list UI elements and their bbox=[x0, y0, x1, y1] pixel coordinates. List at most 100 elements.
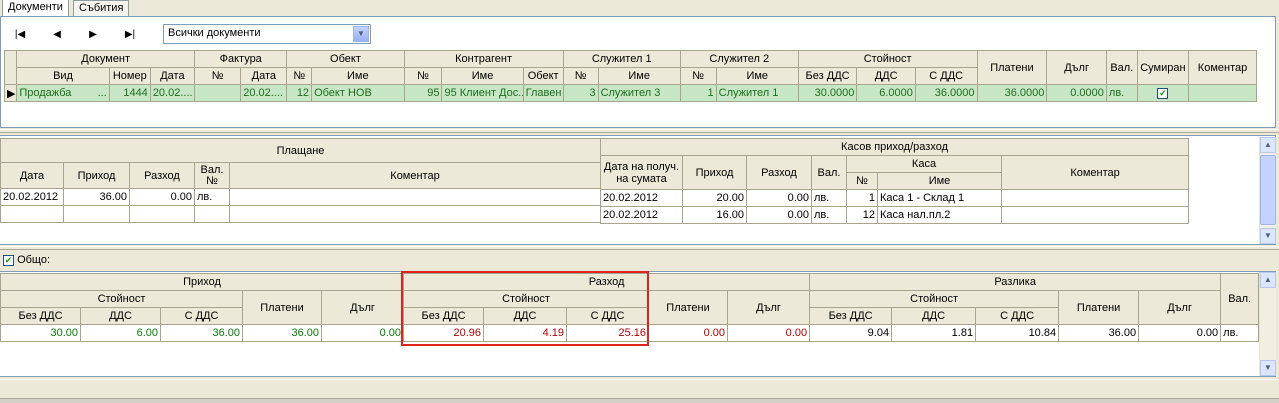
col-type[interactable]: Вид bbox=[16, 67, 110, 85]
cell-cash-expense[interactable]: 0.00 bbox=[746, 206, 812, 224]
col-date[interactable]: Дата bbox=[149, 67, 196, 85]
col-in-vat[interactable]: ДДС bbox=[80, 307, 161, 325]
col-pay-comment[interactable]: Коментар bbox=[229, 162, 601, 189]
col-emp2-name[interactable]: Име bbox=[715, 67, 799, 85]
cell-summed[interactable]: ✔ bbox=[1136, 84, 1190, 102]
tab-documents[interactable]: Документи bbox=[2, 0, 69, 17]
col-ex-debt[interactable]: Дълг bbox=[727, 290, 811, 325]
cell-cash-expense[interactable]: 0.00 bbox=[746, 189, 812, 207]
cell-with-vat[interactable]: 36.0000 bbox=[914, 84, 978, 102]
next-record-icon[interactable]: ▶ bbox=[83, 27, 103, 43]
col-pay-expense[interactable]: Разход bbox=[129, 162, 195, 189]
col-df-paid[interactable]: Платени bbox=[1058, 290, 1140, 325]
cell-df-debt[interactable]: 0.00 bbox=[1138, 324, 1222, 342]
cell-in-debt[interactable]: 0.00 bbox=[320, 324, 405, 342]
col-cash-income[interactable]: Приход bbox=[682, 155, 747, 190]
table-row[interactable]: 20.02.2012 36.00 0.00 лв. bbox=[0, 188, 601, 206]
cell-cash-comment[interactable] bbox=[1000, 189, 1190, 207]
cell-invoice-no[interactable] bbox=[193, 84, 242, 102]
cell-cash-date[interactable]: 20.02.2012 bbox=[600, 206, 683, 224]
cell-in-no-vat[interactable]: 30.00 bbox=[0, 324, 81, 342]
col-cashbox-name[interactable]: Име bbox=[877, 172, 1002, 190]
table-row[interactable]: 20.02.2012 20.00 0.00 лв. 1 Каса 1 - Скл… bbox=[600, 189, 1190, 207]
last-record-icon[interactable]: ▶| bbox=[120, 27, 140, 43]
cell-debt[interactable]: 0.0000 bbox=[1046, 84, 1107, 102]
col-invoice-date[interactable]: Дата bbox=[240, 67, 288, 85]
scroll-up-icon[interactable]: ▲ bbox=[1260, 272, 1276, 288]
cell-object-no[interactable]: 12 bbox=[286, 84, 313, 102]
cell-paid[interactable]: 36.0000 bbox=[976, 84, 1048, 102]
summed-checkbox[interactable]: ✔ bbox=[1157, 87, 1169, 99]
col-no-vat[interactable]: Без ДДС bbox=[797, 67, 858, 85]
col-in-paid[interactable]: Платени bbox=[242, 290, 322, 325]
col-object-name[interactable]: Име bbox=[311, 67, 405, 85]
col-vat[interactable]: ДДС bbox=[856, 67, 916, 85]
cell-df-vat[interactable]: 1.81 bbox=[891, 324, 977, 342]
col-cash-recv-date[interactable]: Дата на получ. на сумата bbox=[600, 155, 683, 190]
scroll-up-icon[interactable]: ▲ bbox=[1260, 137, 1276, 153]
cell-in-paid[interactable]: 36.00 bbox=[242, 324, 322, 342]
col-in-debt[interactable]: Дълг bbox=[320, 290, 405, 325]
col-df-vat[interactable]: ДДС bbox=[891, 307, 977, 325]
col-pay-currency[interactable]: Вал. № bbox=[194, 162, 230, 189]
document-filter-select[interactable]: Всички документи ▼ bbox=[163, 24, 371, 44]
cell-in-with-vat[interactable]: 36.00 bbox=[160, 324, 243, 342]
col-ex-with-vat[interactable]: С ДДС bbox=[566, 307, 650, 325]
cell-cashbox-name[interactable]: Каса нал.пл.2 bbox=[877, 206, 1002, 224]
payments-scrollbar[interactable]: ▲ ▼ bbox=[1259, 137, 1276, 244]
totals-checkbox[interactable]: ✔ bbox=[3, 254, 14, 266]
scroll-down-icon[interactable]: ▼ bbox=[1260, 360, 1276, 376]
col-in-no-vat[interactable]: Без ДДС bbox=[0, 307, 81, 325]
col-df-no-vat[interactable]: Без ДДС bbox=[809, 307, 893, 325]
cell-cashbox-no[interactable]: 1 bbox=[846, 189, 878, 207]
col-df-with-vat[interactable]: С ДДС bbox=[975, 307, 1060, 325]
table-row[interactable]: ▶ Продажба... 1444 20.02.... 20.02.... 1… bbox=[3, 84, 1257, 102]
col-paid[interactable]: Платени bbox=[976, 50, 1048, 85]
totals-scrollbar[interactable]: ▲ ▼ bbox=[1259, 272, 1276, 376]
cell-no-vat[interactable]: 30.0000 bbox=[797, 84, 858, 102]
col-summed[interactable]: Сумиран bbox=[1136, 50, 1190, 85]
col-with-vat[interactable]: С ДДС bbox=[914, 67, 978, 85]
cell-cash-date[interactable]: 20.02.2012 bbox=[600, 189, 683, 207]
col-number[interactable]: Номер bbox=[108, 67, 151, 85]
cell-ex-vat[interactable]: 4.19 bbox=[483, 324, 568, 342]
cell-ex-debt[interactable]: 0.00 bbox=[727, 324, 811, 342]
cell-emp1-no[interactable]: 3 bbox=[562, 84, 599, 102]
col-partner-object[interactable]: Обект bbox=[522, 67, 564, 85]
col-cashbox-no[interactable]: № bbox=[846, 172, 878, 190]
cell-vat[interactable]: 6.0000 bbox=[856, 84, 916, 102]
col-ex-vat[interactable]: ДДС bbox=[483, 307, 568, 325]
cell-cashbox-name[interactable]: Каса 1 - Склад 1 bbox=[877, 189, 1002, 207]
tab-events[interactable]: Събития bbox=[73, 0, 130, 17]
col-cash-expense[interactable]: Разход bbox=[746, 155, 812, 190]
scroll-thumb[interactable] bbox=[1260, 155, 1276, 225]
col-pay-income[interactable]: Приход bbox=[63, 162, 130, 189]
col-ex-no-vat[interactable]: Без ДДС bbox=[403, 307, 485, 325]
cell-ex-paid[interactable]: 0.00 bbox=[648, 324, 729, 342]
cell-emp2-name[interactable]: Служител 1 bbox=[715, 84, 799, 102]
table-row[interactable] bbox=[0, 205, 601, 223]
table-row[interactable]: 20.02.2012 16.00 0.00 лв. 12 Каса нал.пл… bbox=[600, 206, 1190, 224]
cell-df-paid[interactable]: 36.00 bbox=[1058, 324, 1140, 342]
col-cash-comment[interactable]: Коментар bbox=[1000, 155, 1190, 190]
cell-tot-currency[interactable]: лв. bbox=[1220, 324, 1260, 342]
cell-pay-comment[interactable] bbox=[229, 188, 601, 206]
cell-cash-currency[interactable]: лв. bbox=[811, 189, 847, 207]
col-emp1-name[interactable]: Име bbox=[597, 67, 681, 85]
col-debt[interactable]: Дълг bbox=[1046, 50, 1107, 85]
col-ex-paid[interactable]: Платени bbox=[648, 290, 729, 325]
cell-df-no-vat[interactable]: 9.04 bbox=[809, 324, 893, 342]
scroll-down-icon[interactable]: ▼ bbox=[1260, 228, 1276, 244]
prev-record-icon[interactable]: ◀ bbox=[47, 27, 67, 43]
cell-currency[interactable]: лв. bbox=[1105, 84, 1138, 102]
col-cash-currency[interactable]: Вал. bbox=[811, 155, 847, 190]
cell-cash-comment[interactable] bbox=[1000, 206, 1190, 224]
cell-partner-no[interactable]: 95 bbox=[403, 84, 443, 102]
cell-cash-income[interactable]: 16.00 bbox=[682, 206, 747, 224]
cell-pay-date[interactable]: 20.02.2012 bbox=[0, 188, 64, 206]
col-pay-date[interactable]: Дата bbox=[0, 162, 64, 189]
cell-cashbox-no[interactable]: 12 bbox=[846, 206, 878, 224]
cell-number[interactable]: 1444 bbox=[108, 84, 151, 102]
cell-cash-income[interactable]: 20.00 bbox=[682, 189, 747, 207]
cell-invoice-date[interactable]: 20.02.... bbox=[240, 84, 288, 102]
